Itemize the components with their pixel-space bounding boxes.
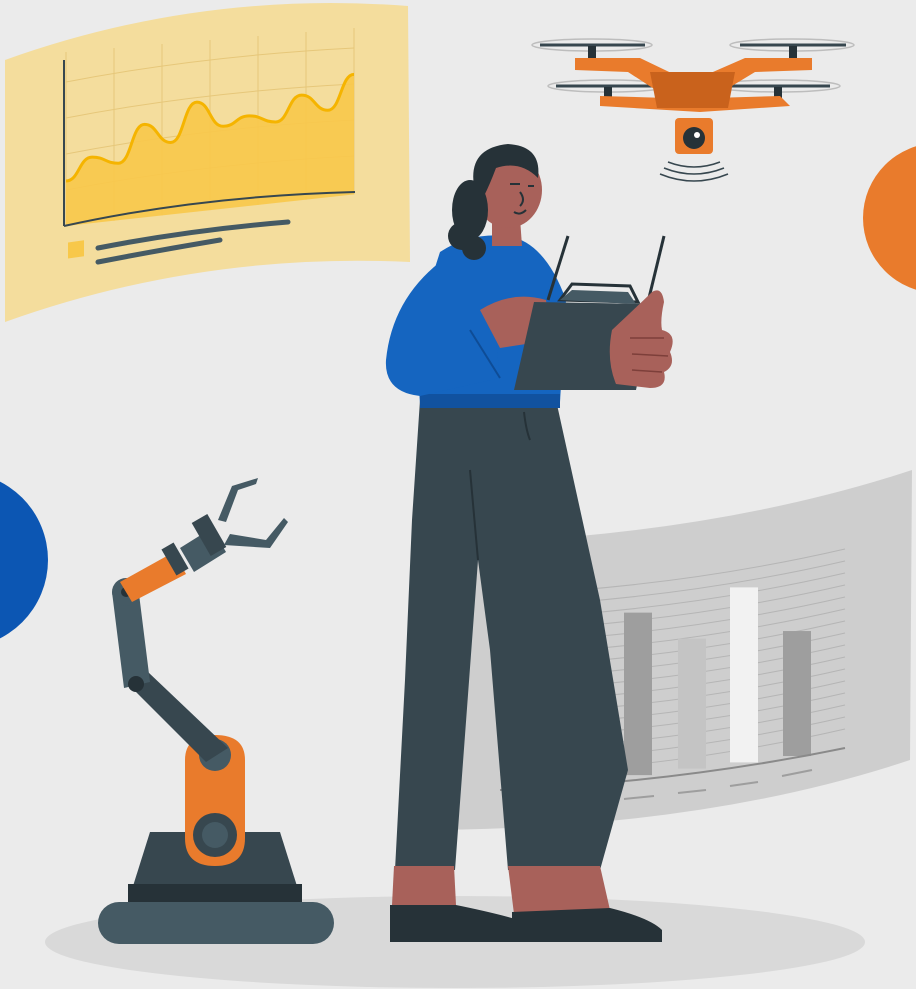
orange-circle (863, 146, 916, 290)
legend-swatch (68, 240, 84, 259)
woman-trousers (395, 400, 628, 870)
bar-chart-bar (678, 638, 706, 769)
bar-chart-bar (624, 612, 652, 776)
illustration-canvas (0, 3, 916, 988)
blue-circle (0, 481, 48, 639)
bar-chart-bar (783, 631, 811, 757)
robot-track (98, 902, 334, 944)
robotic-arm (98, 478, 334, 944)
bar-chart-bar (730, 587, 758, 763)
line-chart-panel (5, 3, 410, 323)
drone (531, 38, 855, 182)
